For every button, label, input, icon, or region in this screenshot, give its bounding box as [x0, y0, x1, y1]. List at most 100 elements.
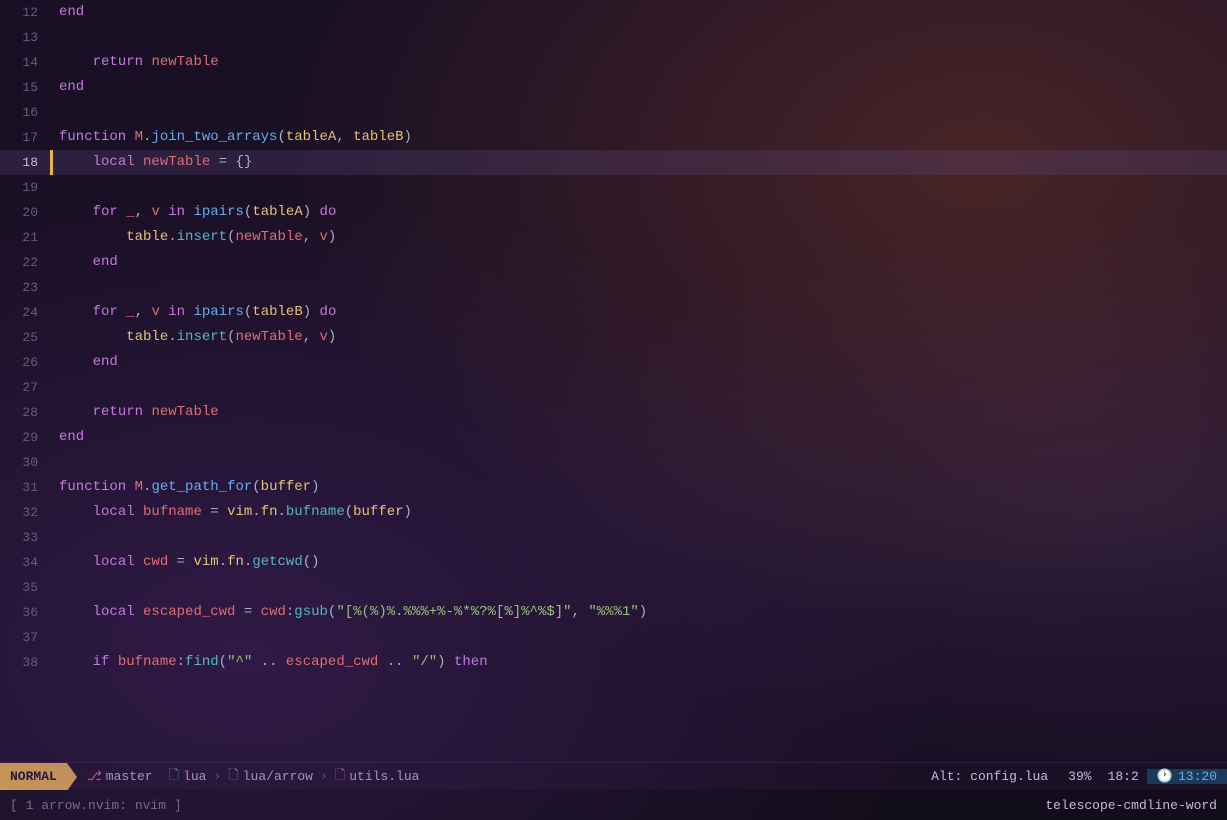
- line-number: 22: [0, 250, 50, 275]
- line-number: 12: [0, 0, 50, 25]
- status-right: Alt: config.lua 39% 18:2 🕐 13:20: [919, 769, 1227, 784]
- table-row: 15 end: [0, 75, 1227, 100]
- file-icon3: 🗋: [335, 766, 345, 788]
- line-number: 28: [0, 400, 50, 425]
- line-content: local cwd = vim.fn.getcwd(): [55, 550, 1227, 575]
- table-row: 12 end: [0, 0, 1227, 25]
- line-content: [55, 100, 1227, 125]
- table-row: 27: [0, 375, 1227, 400]
- table-row: 23: [0, 275, 1227, 300]
- line-content: end: [55, 425, 1227, 450]
- file-part2: lua/arrow: [243, 769, 313, 784]
- table-row: 31 function M.get_path_for(buffer): [0, 475, 1227, 500]
- table-row: 28 return newTable: [0, 400, 1227, 425]
- editor-container: 12 end 13 14 return newTable 15 end 16: [0, 0, 1227, 820]
- file-icon2: 🗋: [228, 766, 238, 788]
- line-number: 29: [0, 425, 50, 450]
- line-number: 34: [0, 550, 50, 575]
- line-number: 31: [0, 475, 50, 500]
- table-row: 37: [0, 625, 1227, 650]
- table-row: 38 if bufname:find("^" .. escaped_cwd ..…: [0, 650, 1227, 675]
- breadcrumb-sep2: ›: [320, 769, 328, 784]
- mode-indicator: NORMAL: [0, 763, 67, 790]
- table-row: 36 local escaped_cwd = cwd:gsub("[%(%)%.…: [0, 600, 1227, 625]
- line-content: [55, 625, 1227, 650]
- line-content: end: [55, 350, 1227, 375]
- line-content: [55, 450, 1227, 475]
- line-content: function M.get_path_for(buffer): [55, 475, 1227, 500]
- table-row: 24 for _, v in ipairs(tableB) do: [0, 300, 1227, 325]
- line-number: 26: [0, 350, 50, 375]
- line-content: return newTable: [55, 400, 1227, 425]
- code-area[interactable]: 12 end 13 14 return newTable 15 end 16: [0, 0, 1227, 762]
- cursor-position: 18:2: [1100, 769, 1147, 784]
- clock-icon: 🕐: [1157, 769, 1173, 784]
- time-display: 🕐 13:20: [1147, 769, 1227, 784]
- table-row: 33: [0, 525, 1227, 550]
- line-content: for _, v in ipairs(tableB) do: [55, 300, 1227, 325]
- line-number: 38: [0, 650, 50, 675]
- time-value: 13:20: [1178, 769, 1217, 784]
- table-row: 22 end: [0, 250, 1227, 275]
- line-content: end: [55, 250, 1227, 275]
- line-content: end: [55, 75, 1227, 100]
- table-row: 21 table.insert(newTable, v): [0, 225, 1227, 250]
- breadcrumb-sep1: ›: [213, 769, 221, 784]
- table-row: 20 for _, v in ipairs(tableA) do: [0, 200, 1227, 225]
- line-content: local bufname = vim.fn.bufname(buffer): [55, 500, 1227, 525]
- line-number: 21: [0, 225, 50, 250]
- table-row: 19: [0, 175, 1227, 200]
- tmux-session: [ 1 arrow.nvim: nvim ]: [10, 798, 182, 813]
- file-part1: lua: [183, 769, 206, 784]
- line-number: 16: [0, 100, 50, 125]
- bottom-bar: [ 1 arrow.nvim: nvim ] telescope-cmdline…: [0, 790, 1227, 820]
- line-content: [55, 175, 1227, 200]
- scroll-percent: 39%: [1060, 769, 1099, 784]
- table-row: 25 table.insert(newTable, v): [0, 325, 1227, 350]
- line-content: return newTable: [55, 50, 1227, 75]
- line-content: table.insert(newTable, v): [55, 225, 1227, 250]
- line-content: function M.join_two_arrays(tableA, table…: [55, 125, 1227, 150]
- line-number: 33: [0, 525, 50, 550]
- status-bar: NORMAL ⎇ master 🗋 lua › 🗋 lua/arrow › 🗋 …: [0, 762, 1227, 790]
- table-row: 18 local newTable = {}: [0, 150, 1227, 175]
- table-row: 14 return newTable: [0, 50, 1227, 75]
- file-icon: 🗋: [169, 766, 179, 788]
- table-row: 35: [0, 575, 1227, 600]
- line-content: table.insert(newTable, v): [55, 325, 1227, 350]
- line-number: 18: [0, 150, 50, 175]
- table-row: 16: [0, 100, 1227, 125]
- file-part3: utils.lua: [349, 769, 419, 784]
- file-path: 🗋 lua › 🗋 lua/arrow › 🗋 utils.lua: [163, 766, 426, 788]
- line-number: 36: [0, 600, 50, 625]
- line-number: 30: [0, 450, 50, 475]
- table-row: 30: [0, 450, 1227, 475]
- git-icon: ⎇: [87, 769, 102, 784]
- line-content: local escaped_cwd = cwd:gsub("[%(%)%.%%%…: [55, 600, 1227, 625]
- table-row: 13: [0, 25, 1227, 50]
- mode-arrow: [67, 763, 77, 791]
- table-row: 32 local bufname = vim.fn.bufname(buffer…: [0, 500, 1227, 525]
- branch-name: master: [106, 769, 153, 784]
- line-number: 13: [0, 25, 50, 50]
- line-content: [55, 575, 1227, 600]
- line-content: [55, 375, 1227, 400]
- line-content: local newTable = {}: [55, 150, 1227, 175]
- line-content: end: [55, 0, 1227, 25]
- line-content: if bufname:find("^" .. escaped_cwd .. "/…: [55, 650, 1227, 675]
- alt-file: Alt: config.lua: [919, 769, 1060, 784]
- line-content: [55, 525, 1227, 550]
- line-number: 35: [0, 575, 50, 600]
- line-number: 24: [0, 300, 50, 325]
- table-row: 26 end: [0, 350, 1227, 375]
- git-branch: ⎇ master: [77, 769, 163, 784]
- line-number: 27: [0, 375, 50, 400]
- line-number: 23: [0, 275, 50, 300]
- line-number: 14: [0, 50, 50, 75]
- line-content: [55, 275, 1227, 300]
- line-number: 15: [0, 75, 50, 100]
- table-row: 29 end: [0, 425, 1227, 450]
- line-number: 32: [0, 500, 50, 525]
- line-number: 20: [0, 200, 50, 225]
- line-content: [55, 25, 1227, 50]
